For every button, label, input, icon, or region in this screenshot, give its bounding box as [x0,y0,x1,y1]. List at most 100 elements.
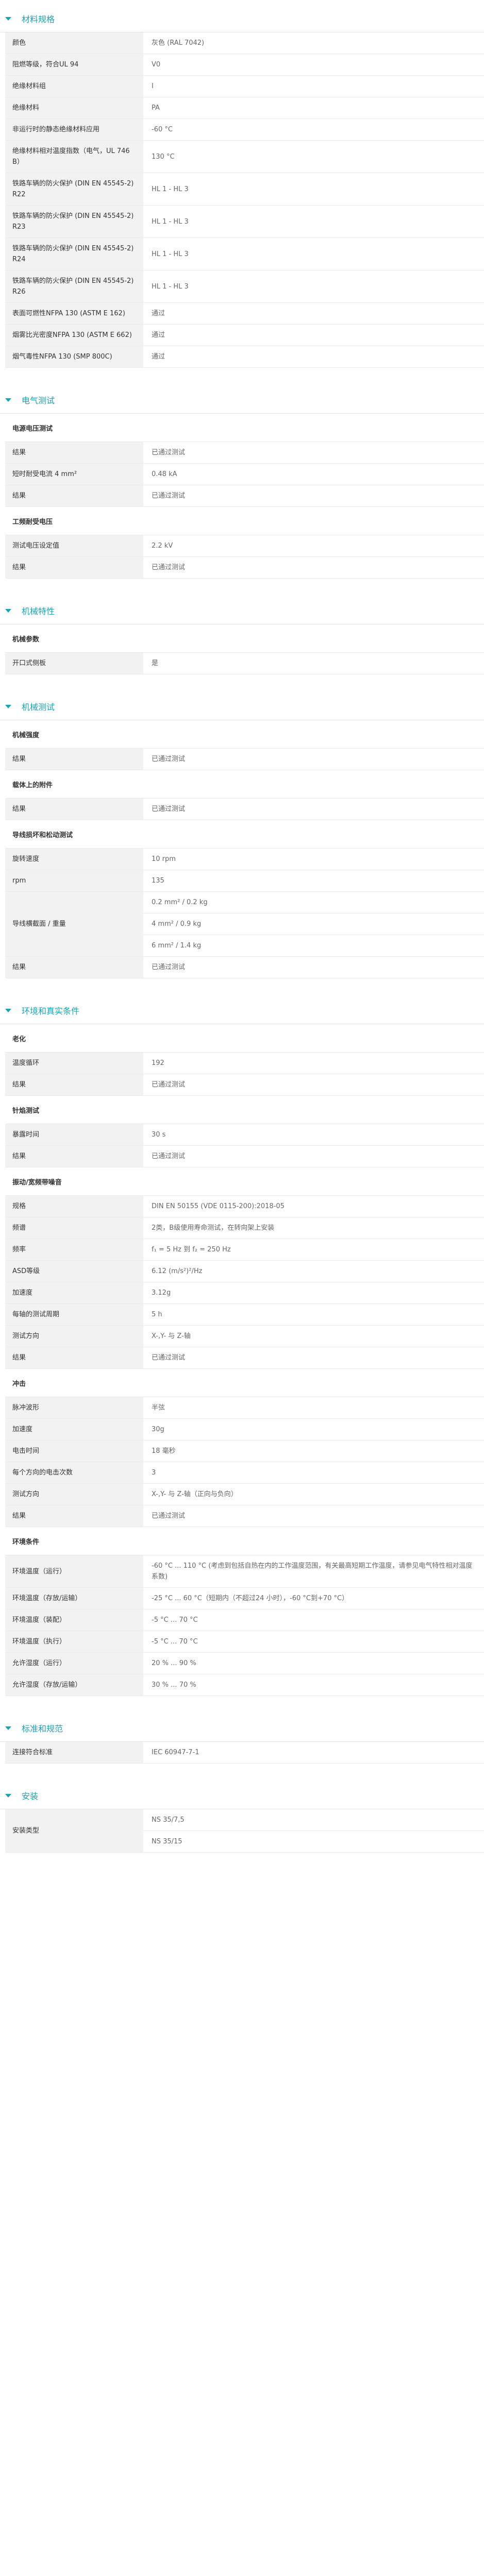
section-title: 电气测试 [22,396,55,405]
spec-label: 绝缘材料组 [5,76,143,97]
subsection-title: 工频耐受电压 [5,507,484,535]
spec-value: 是 [152,659,159,667]
section-title: 机械测试 [22,702,55,712]
caret-down-icon [5,608,11,613]
spec-label: 阻燃等级，符合UL 94 [5,54,143,75]
section-header[interactable]: 机械测试 [0,693,484,720]
caret-down-icon [5,398,11,402]
spec-value: X-,Y- 与 Z-轴（正向与负向） [152,1490,238,1498]
section-title: 机械特性 [22,606,55,616]
spec-label: 铁路车辆的防火保护 (DIN EN 45545-2) R26 [5,270,143,302]
subsection-title: 机械参数 [5,624,484,653]
spec-value: 通过 [152,331,165,339]
spec-value: 5 h [152,1311,162,1318]
spec-label: 测试电压设定值 [5,535,143,556]
spec-value: IEC 60947-7-1 [152,1749,199,1756]
spec-value: 3 [152,1469,156,1477]
spec-row: 温度循环 192 [5,1053,484,1074]
spec-label: 环境温度（存放/运输） [5,1588,143,1609]
section-header[interactable]: 电气测试 [0,386,484,414]
spec-page: 材料规格 颜色 灰色 (RAL 7042) 阻燃等级，符合UL 94 V0 绝缘材料组 I 绝… [0,0,484,1853]
spec-row: 非运行时的静态绝缘材料应用 -60 °C [5,119,484,141]
spec-row: 测试方向 X-,Y- 与 Z-轴（正向与负向） [5,1484,484,1505]
spec-value: HL 1 - HL 3 [152,282,189,291]
spec-value: 20 % ... 90 % [152,1659,196,1667]
section-title: 环境和真实条件 [22,1006,80,1016]
spec-row: 铁路车辆的防火保护 (DIN EN 45545-2) R24 HL 1 - HL … [5,238,484,270]
section-header[interactable]: 标准和规范 [0,1715,484,1742]
spec-label: 开口式侧板 [5,653,143,674]
spec-value: f₁ = 5 Hz 到 f₂ = 250 Hz [152,1246,231,1253]
spec-value: -5 °C ... 70 °C [152,1616,198,1624]
spec-label: 结果 [5,749,143,770]
caret-down-icon [5,704,11,708]
spec-value: DIN EN 50155 (VDE 0115-200):2018-05 [152,1202,285,1210]
spec-row: 短时耐受电流 4 mm² 0.48 kA [5,464,484,485]
spec-label: 频率 [5,1239,143,1260]
section-header[interactable]: 环境和真实条件 [0,997,484,1024]
spec-row: 结果 已通过测试 [5,749,484,770]
spec-label: 加速度 [5,1419,143,1440]
subsection-title: 载体上的附件 [5,770,484,799]
spec-value: 135 [152,877,164,885]
section-title: 标准和规范 [22,1724,63,1734]
spec-value: 已通过测试 [152,1153,186,1160]
caret-down-icon [5,1008,11,1012]
spec-value: -60 °C [152,126,173,133]
spec-label: 加速度 [5,1282,143,1303]
spec-label: 绝缘材料相对温度指数（电气，UL 746 B） [5,141,143,173]
spec-label: 脉冲波形 [5,1397,143,1418]
spec-row: ASD等级 6.12 (m/s²)²/Hz [5,1261,484,1282]
spec-value: HL 1 - HL 3 [152,250,189,258]
spec-row: rpm 135 [5,870,484,892]
spec-value: 已通过测试 [152,755,186,763]
spec-label: 连接符合标准 [5,1742,143,1763]
spec-row: 表面可燃性NFPA 130 (ASTM E 162) 通过 [5,303,484,325]
spec-value: HL 1 - HL 3 [152,217,189,226]
spec-label: 结果 [5,557,143,578]
spec-value: 已通过测试 [152,1081,186,1089]
spec-label: 结果 [5,1347,143,1368]
spec-value: 灰色 (RAL 7042) [152,39,205,47]
spec-label: 表面可燃性NFPA 130 (ASTM E 162) [5,303,143,324]
spec-value: 2类，B级使用寿命测试，在转向架上安装 [152,1224,275,1232]
spec-row: 旋转速度 10 rpm [5,849,484,870]
spec-label: 结果 [5,957,143,978]
spec-row: 绝缘材料 PA [5,97,484,119]
spec-row: 测试电压设定值 2.2 kV [5,535,484,557]
spec-label: 烟雾比光密度NFPA 130 (ASTM E 662) [5,325,143,346]
spec-value: 通过 [152,353,165,361]
spec-row: 结果 已通过测试 [5,442,484,464]
section-header[interactable]: 安装 [0,1782,484,1809]
spec-row: 安装类型 NS 35/7,5 NS 35/15 [5,1809,484,1853]
spec-label: 结果 [5,1146,143,1167]
spec-value: X-,Y- 与 Z-轴 [152,1332,191,1340]
spec-value: 30 % ... 70 % [152,1681,196,1689]
spec-value: 已通过测试 [152,963,186,971]
spec-label: 测试方向 [5,1484,143,1505]
spec-value: 0.48 kA [152,470,177,478]
spec-value-line: NS 35/7,5 [143,1809,484,1831]
section-title: 材料规格 [22,14,55,24]
spec-row: 脉冲波形 半弦 [5,1397,484,1419]
spec-row: 结果 已通过测试 [5,1347,484,1369]
spec-value: I [152,82,154,90]
section-header[interactable]: 机械特性 [0,597,484,624]
spec-section: 环境和真实条件 老化 温度循环 192 结果 已通过测试 针焰测试 暴露时间 30 s 结果 已通过… [0,997,484,1696]
spec-label: 绝缘材料 [5,97,143,118]
spec-label: 导线横截面 / 重量 [5,892,143,956]
spec-label: 电击时间 [5,1440,143,1462]
spec-value: 半弦 [152,1404,165,1412]
spec-label: 结果 [5,799,143,820]
spec-label: 允许湿度（运行） [5,1653,143,1674]
section-header[interactable]: 材料规格 [0,5,484,32]
spec-value: 2.2 kV [152,542,173,550]
spec-row: 频率 f₁ = 5 Hz 到 f₂ = 250 Hz [5,1239,484,1261]
spec-value: V0 [152,61,161,69]
spec-label: 旋转速度 [5,849,143,870]
spec-row: 允许湿度（存放/运输） 30 % ... 70 % [5,1674,484,1696]
spec-value: 6.12 (m/s²)²/Hz [152,1267,203,1275]
spec-label: 环境温度（运行） [5,1555,143,1587]
spec-row: 阻燃等级，符合UL 94 V0 [5,54,484,76]
spec-section: 标准和规范连接符合标准 IEC 60947-7-1 [0,1715,484,1764]
